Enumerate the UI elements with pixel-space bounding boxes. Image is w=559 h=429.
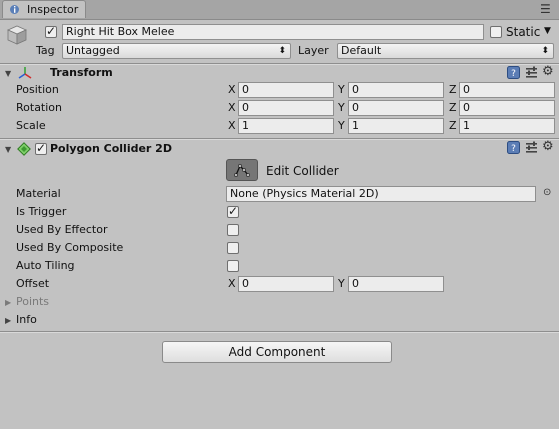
used-by-composite-checkbox[interactable] bbox=[227, 242, 239, 254]
rotation-z-input[interactable]: 0 bbox=[459, 100, 555, 116]
position-z-input[interactable]: 0 bbox=[459, 82, 555, 98]
info-foldout-arrow[interactable]: ▶ bbox=[5, 316, 11, 325]
help-icon[interactable]: ? bbox=[507, 66, 520, 82]
layer-label: Layer bbox=[298, 44, 329, 57]
axis-y-label[interactable]: Y bbox=[338, 119, 345, 133]
rotation-y-input[interactable]: 0 bbox=[348, 100, 444, 116]
used-by-effector-label: Used By Effector bbox=[16, 223, 108, 236]
axis-y-label[interactable]: Y bbox=[338, 101, 345, 115]
position-x-input[interactable]: 0 bbox=[238, 82, 334, 98]
gear-icon[interactable]: ⚙ bbox=[542, 64, 554, 79]
axis-z-label[interactable]: Z bbox=[449, 101, 457, 115]
layer-dropdown[interactable]: Default ⬍ bbox=[337, 43, 554, 59]
collider-icon bbox=[17, 142, 31, 159]
static-checkbox[interactable] bbox=[490, 26, 502, 38]
static-dropdown-arrow[interactable]: ▼ bbox=[544, 26, 551, 36]
axis-z-label[interactable]: Z bbox=[449, 119, 457, 133]
collider-enabled-checkbox[interactable]: ✓ bbox=[35, 141, 47, 155]
object-picker-icon[interactable]: ⊙ bbox=[543, 187, 551, 198]
axis-x-label[interactable]: X bbox=[228, 119, 236, 133]
tag-dropdown-arrow: ⬍ bbox=[278, 46, 286, 56]
tab-inspector[interactable]: Inspector bbox=[2, 0, 86, 18]
menu-icon[interactable]: ☰ bbox=[540, 2, 551, 16]
tab-label: Inspector bbox=[27, 3, 79, 16]
edit-collider-button[interactable] bbox=[226, 159, 258, 181]
axis-x-label[interactable]: X bbox=[228, 101, 236, 115]
layer-dropdown-arrow: ⬍ bbox=[541, 46, 549, 56]
axis-y-label[interactable]: Y bbox=[338, 83, 345, 97]
points-label[interactable]: Points bbox=[16, 295, 49, 309]
edit-collider-icon bbox=[234, 163, 250, 180]
axis-y-label[interactable]: Y bbox=[338, 277, 345, 291]
gear-icon[interactable]: ⚙ bbox=[542, 139, 554, 154]
gameobject-name-input[interactable]: Right Hit Box Melee bbox=[62, 24, 484, 40]
gameobject-cube-icon bbox=[6, 24, 28, 49]
transform-row-label: Rotation bbox=[16, 101, 63, 114]
tag-label: Tag bbox=[36, 44, 55, 57]
collider-title: Polygon Collider 2D bbox=[50, 142, 172, 155]
offset-x-input[interactable]: 0 bbox=[238, 276, 334, 292]
tag-dropdown[interactable]: Untagged ⬍ bbox=[62, 43, 291, 59]
transform-foldout-arrow[interactable]: ▼ bbox=[5, 69, 11, 78]
points-foldout-arrow[interactable]: ▶ bbox=[5, 298, 11, 307]
collider-enabled-checkmark: ✓ bbox=[36, 141, 47, 155]
is-trigger-label: Is Trigger bbox=[16, 205, 67, 218]
active-checkbox[interactable]: ✓ bbox=[45, 24, 57, 38]
auto-tiling-label: Auto Tiling bbox=[16, 259, 75, 272]
edit-collider-label: Edit Collider bbox=[266, 164, 339, 178]
position-y-input[interactable]: 0 bbox=[348, 82, 444, 98]
divider bbox=[0, 64, 559, 65]
add-component-button[interactable]: Add Component bbox=[162, 341, 392, 363]
inspector-tab-icon bbox=[9, 4, 20, 15]
svg-text:?: ? bbox=[511, 69, 516, 79]
transform-row-label: Scale bbox=[16, 119, 46, 132]
used-by-composite-label: Used By Composite bbox=[16, 241, 124, 254]
is-trigger-checkmark: ✓ bbox=[228, 204, 239, 218]
offset-y-input[interactable]: 0 bbox=[348, 276, 444, 292]
axis-x-label[interactable]: X bbox=[228, 277, 236, 291]
layer-value: Default bbox=[341, 44, 382, 57]
used-by-effector-checkbox[interactable] bbox=[227, 224, 239, 236]
info-label[interactable]: Info bbox=[16, 313, 37, 327]
divider bbox=[0, 139, 559, 140]
tag-value: Untagged bbox=[66, 44, 120, 57]
static-label: Static bbox=[506, 25, 541, 39]
help-icon[interactable]: ? bbox=[507, 141, 520, 157]
preset-icon[interactable] bbox=[525, 141, 538, 157]
axis-x-label[interactable]: X bbox=[228, 83, 236, 97]
active-checkmark: ✓ bbox=[46, 24, 57, 38]
is-trigger-checkbox[interactable]: ✓ bbox=[227, 204, 239, 218]
scale-y-input[interactable]: 1 bbox=[348, 118, 444, 134]
transform-row-label: Position bbox=[16, 83, 59, 96]
transform-axes-icon bbox=[17, 66, 33, 83]
scale-z-input[interactable]: 1 bbox=[459, 118, 555, 134]
rotation-x-input[interactable]: 0 bbox=[238, 100, 334, 116]
svg-text:?: ? bbox=[511, 144, 516, 154]
preset-icon[interactable] bbox=[525, 66, 538, 82]
auto-tiling-checkbox[interactable] bbox=[227, 260, 239, 272]
divider bbox=[0, 332, 559, 333]
axis-z-label[interactable]: Z bbox=[449, 83, 457, 97]
collider-foldout-arrow[interactable]: ▼ bbox=[5, 145, 11, 154]
scale-x-input[interactable]: 1 bbox=[238, 118, 334, 134]
material-label: Material bbox=[16, 187, 61, 200]
offset-label: Offset bbox=[16, 277, 50, 290]
transform-title: Transform bbox=[50, 66, 113, 79]
material-field[interactable]: None (Physics Material 2D) bbox=[226, 186, 536, 202]
